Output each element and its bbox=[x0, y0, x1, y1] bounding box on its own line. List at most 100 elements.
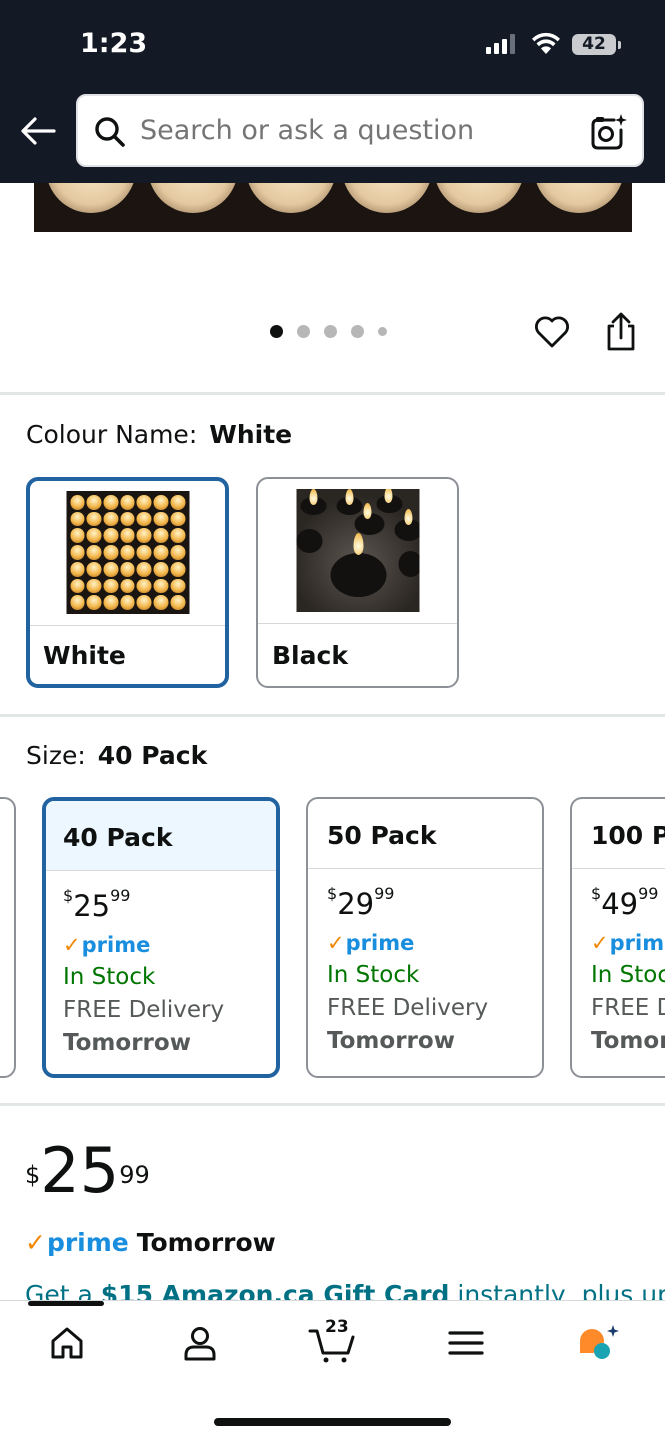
candle-glyph bbox=[153, 595, 169, 610]
candle-glyph bbox=[103, 528, 119, 544]
delivery-date: Tomorrow bbox=[63, 1030, 191, 1056]
size-option-40-pack[interactable]: 40 Pack $2599 ✓prime In Stock FREE Deliv… bbox=[42, 797, 280, 1078]
prime-delivery-line: ✓prime Tomorrow bbox=[25, 1228, 276, 1257]
size-label-text: Size: bbox=[26, 741, 86, 770]
stock-status: In Stock bbox=[63, 964, 156, 990]
battery-indicator: 42 bbox=[572, 34, 616, 55]
cellular-signal-icon bbox=[486, 34, 515, 54]
candle-glyph bbox=[170, 511, 185, 527]
delivery-text: FREE Delivery bbox=[63, 997, 225, 1023]
search-header bbox=[0, 88, 665, 183]
candle-glyph bbox=[153, 495, 169, 510]
candle-glyph bbox=[120, 528, 135, 544]
candle-glyph bbox=[136, 495, 152, 510]
status-time: 1:23 bbox=[80, 28, 148, 59]
active-tab-indicator bbox=[28, 1301, 104, 1306]
size-option-title: 50 Pack bbox=[327, 821, 437, 850]
share-icon[interactable] bbox=[602, 312, 640, 352]
candle-glyph bbox=[86, 528, 102, 544]
candle-glyph bbox=[136, 511, 152, 527]
stock-status: In Stock bbox=[327, 962, 420, 988]
candle-glyph bbox=[103, 595, 119, 610]
candle-glyph bbox=[70, 595, 85, 610]
carousel-dot bbox=[378, 327, 387, 336]
size-option-price: $2999 bbox=[327, 884, 395, 921]
delivery-text: FREE Delivery bbox=[327, 995, 489, 1021]
colour-option-label: White bbox=[43, 641, 126, 670]
size-option-title: 40 Pack bbox=[63, 823, 173, 852]
heart-icon[interactable] bbox=[533, 313, 571, 351]
candle-glyph bbox=[70, 545, 85, 560]
candle-glyph bbox=[136, 545, 152, 560]
candle-glyph bbox=[120, 545, 135, 560]
home-icon[interactable] bbox=[47, 1323, 87, 1363]
section-divider bbox=[0, 714, 665, 717]
price-dollars: 25 bbox=[40, 1134, 120, 1207]
product-price: $2599 bbox=[25, 1140, 150, 1202]
price-currency: $ bbox=[25, 1161, 41, 1189]
colour-option-white[interactable]: White bbox=[26, 477, 229, 688]
search-input[interactable] bbox=[140, 110, 580, 152]
prime-badge: ✓prime bbox=[591, 931, 665, 955]
image-carousel-dots bbox=[270, 325, 387, 338]
promo-prefix: Get a bbox=[25, 1280, 101, 1302]
carousel-dot bbox=[297, 325, 310, 338]
candle-glyph bbox=[153, 545, 169, 560]
prime-badge: ✓prime bbox=[63, 933, 151, 957]
home-indicator bbox=[214, 1418, 451, 1426]
candle-glyph bbox=[120, 561, 135, 577]
candle-glyph bbox=[170, 561, 185, 577]
gift-card-promo-link[interactable]: Get a $15 Amazon.ca Gift Card instantly,… bbox=[25, 1280, 665, 1302]
account-icon[interactable] bbox=[180, 1323, 220, 1363]
candle-glyph bbox=[86, 561, 102, 577]
back-arrow-icon[interactable] bbox=[20, 116, 56, 146]
menu-icon[interactable] bbox=[446, 1323, 486, 1363]
candle-glyph bbox=[120, 595, 135, 610]
candle-glyph bbox=[103, 511, 119, 527]
product-image[interactable] bbox=[34, 183, 632, 232]
size-label: Size: 40 Pack bbox=[26, 741, 207, 770]
status-bar: 1:23 42 bbox=[0, 0, 665, 88]
candle-glyph bbox=[86, 545, 102, 560]
candle-glyph bbox=[70, 528, 85, 544]
size-option-50-pack[interactable]: 50 Pack $2999 ✓prime In Stock FREE Deliv… bbox=[306, 797, 544, 1078]
candle-glyph bbox=[136, 595, 152, 610]
price-cents: 99 bbox=[119, 1161, 150, 1189]
delivery-text: FREE Delivery bbox=[591, 995, 665, 1021]
candle-glyph bbox=[170, 545, 185, 560]
candle-glyph bbox=[170, 595, 185, 610]
size-selected-value: 40 Pack bbox=[97, 741, 208, 770]
size-option-price: $2599 bbox=[63, 886, 131, 923]
candle-glyph bbox=[70, 561, 85, 577]
candle-glyph bbox=[136, 578, 152, 594]
carousel-dot bbox=[351, 325, 364, 338]
camera-search-icon[interactable] bbox=[588, 112, 628, 152]
bottom-navigation: 23 bbox=[0, 1300, 665, 1440]
prime-delivery-date: Tomorrow bbox=[136, 1228, 276, 1257]
candle-glyph bbox=[86, 495, 102, 510]
colour-label: Colour Name: White bbox=[26, 420, 292, 449]
cart-count: 23 bbox=[325, 1317, 349, 1337]
size-option-previous[interactable] bbox=[0, 797, 16, 1078]
search-icon bbox=[95, 117, 125, 147]
candle-glyph bbox=[70, 511, 85, 527]
size-option-title: 100 Pack bbox=[591, 821, 665, 850]
candle-glyph bbox=[70, 578, 85, 594]
promo-highlight: $15 Amazon.ca Gift Card bbox=[100, 1280, 450, 1302]
search-box[interactable] bbox=[76, 94, 644, 167]
carousel-dot bbox=[324, 325, 337, 338]
black-candles-thumbnail bbox=[296, 489, 419, 612]
colour-option-black[interactable]: Black bbox=[256, 477, 459, 688]
rufus-icon[interactable] bbox=[576, 1323, 622, 1363]
candle-glyph bbox=[103, 561, 119, 577]
battery-tip bbox=[618, 41, 621, 49]
size-option-100-pack[interactable]: 100 Pack $4999 ✓prime In Stock FREE Deli… bbox=[570, 797, 665, 1078]
candle-glyph bbox=[153, 511, 169, 527]
candle-glyph bbox=[136, 528, 152, 544]
colour-option-label: Black bbox=[272, 641, 348, 670]
delivery-date: Tomorrow bbox=[591, 1028, 665, 1054]
candle-glyph bbox=[120, 578, 135, 594]
colour-label-text: Colour Name: bbox=[26, 420, 198, 449]
promo-suffix: instantly, plus up bbox=[449, 1280, 665, 1302]
candle-glyph bbox=[170, 578, 185, 594]
